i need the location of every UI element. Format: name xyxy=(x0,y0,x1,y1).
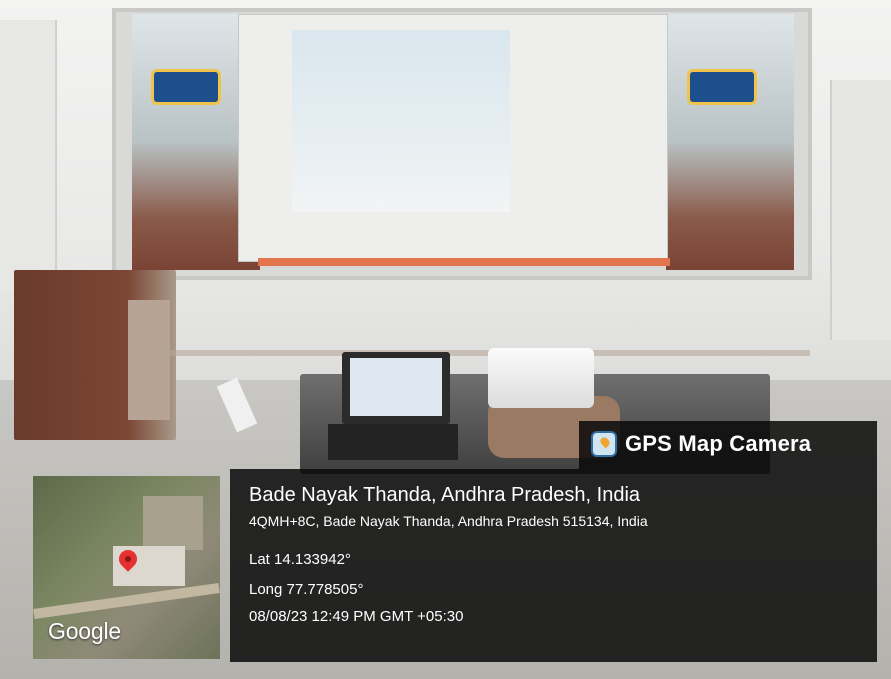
wall-sign-left xyxy=(154,72,218,102)
map-camera-icon xyxy=(591,431,617,457)
map-road xyxy=(33,583,220,619)
timestamp: 08/08/23 12:49 PM GMT +05:30 xyxy=(249,608,464,625)
window-right xyxy=(666,14,794,270)
projector xyxy=(488,348,594,408)
screen-ledge xyxy=(258,258,670,266)
door-left xyxy=(0,20,57,290)
longitude: Long 77.778505° xyxy=(249,581,364,598)
map-field xyxy=(143,496,203,550)
cabinet-shelf xyxy=(128,300,170,420)
brand-label: GPS Map Camera xyxy=(625,431,812,456)
gps-brand-banner: GPS Map Camera xyxy=(579,421,877,469)
laptop-display xyxy=(350,358,442,416)
map-provider-logo: Google xyxy=(48,618,121,644)
location-title: Bade Nayak Thanda, Andhra Pradesh, India xyxy=(249,484,641,506)
laptop-keyboard xyxy=(328,424,458,460)
map-thumbnail: Google xyxy=(33,476,220,659)
classroom-photo: GPS Map Camera Bade Nayak Thanda, Andhra… xyxy=(0,0,891,679)
door-right xyxy=(830,80,891,340)
latitude: Lat 14.133942° xyxy=(249,551,351,568)
wall-sign-right xyxy=(690,72,754,102)
projected-image xyxy=(292,30,510,212)
location-address: 4QMH+8C, Bade Nayak Thanda, Andhra Prade… xyxy=(249,513,648,529)
location-info-panel: Bade Nayak Thanda, Andhra Pradesh, India… xyxy=(230,469,877,662)
